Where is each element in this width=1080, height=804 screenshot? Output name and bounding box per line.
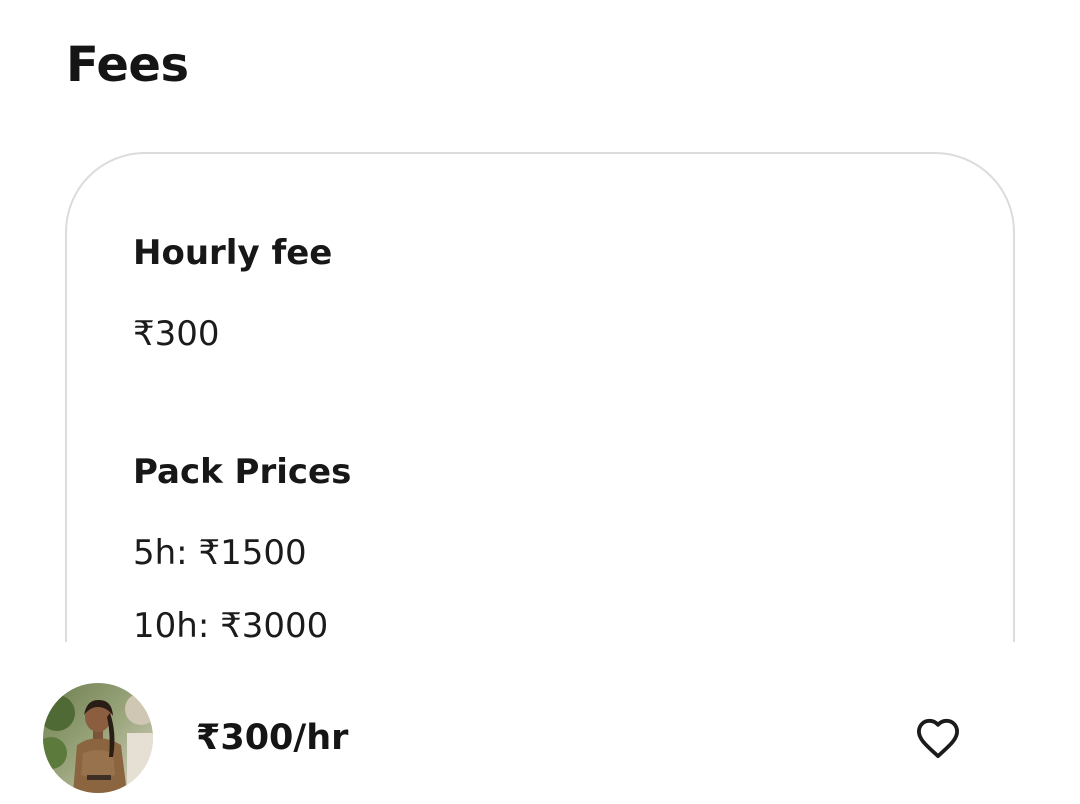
pack-prices-heading: Pack Prices [133,452,352,492]
bottom-booking-bar: ₹300/hr [0,642,1080,804]
favorite-button[interactable] [906,708,970,768]
pack-price-item: 5h: ₹1500 [133,533,307,573]
avatar[interactable] [43,683,153,793]
scroll-viewport[interactable]: Hourly fee ₹300 Pack Prices 5h: ₹1500 10… [0,0,1080,642]
tutor-fees-screen: Fees Hourly fee ₹300 Pack Prices 5h: ₹15… [0,0,1080,804]
hourly-price-label: ₹300/hr [196,718,349,758]
hourly-fee-value: ₹300 [133,314,220,354]
hourly-fee-heading: Hourly fee [133,233,333,273]
pack-price-item: 10h: ₹3000 [133,606,329,642]
heart-outline-icon [917,718,959,759]
tutor-photo-image [43,683,153,793]
